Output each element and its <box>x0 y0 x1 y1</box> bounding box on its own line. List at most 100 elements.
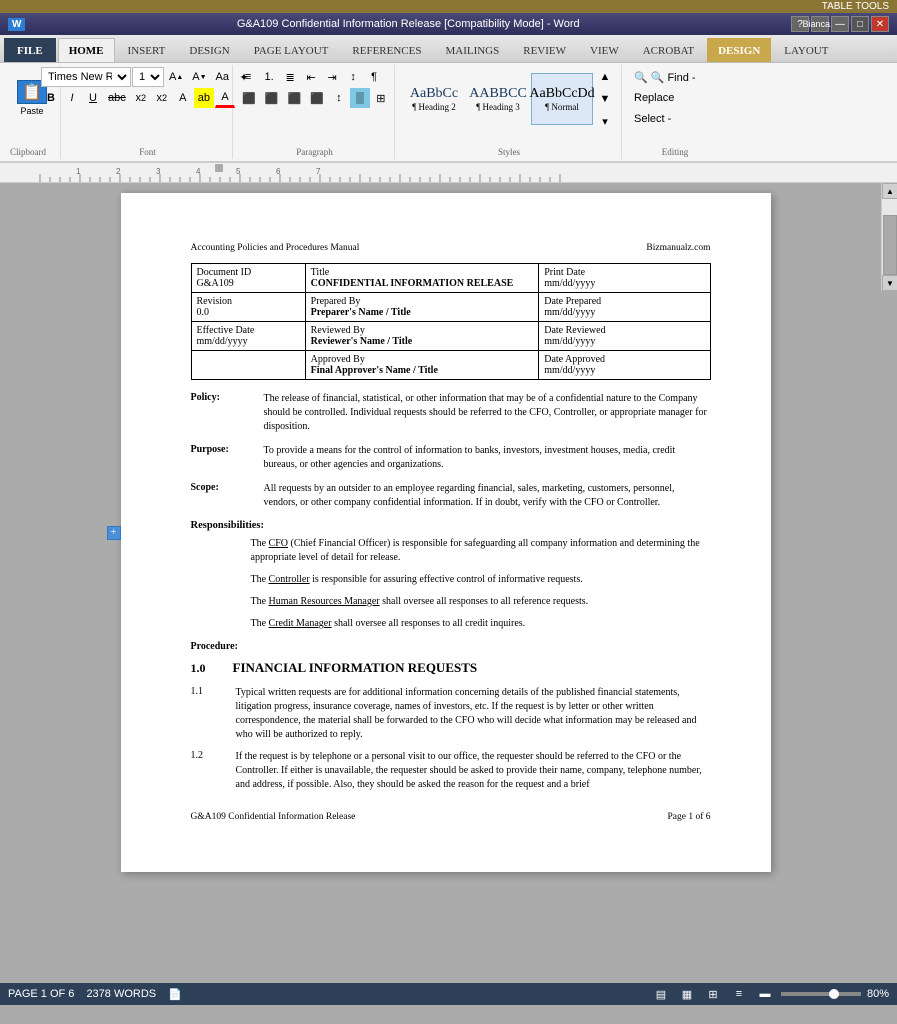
tab-home[interactable]: HOME <box>58 38 115 62</box>
show-formatting-button[interactable]: ¶ <box>364 67 384 87</box>
heading3-label: ¶ Heading 3 <box>476 102 520 112</box>
font-color-button[interactable]: A <box>215 88 235 108</box>
prepared-by-value: Preparer's Name / Title <box>311 307 534 318</box>
scroll-up-button[interactable]: ▲ <box>882 183 897 199</box>
tab-insert[interactable]: INSERT <box>117 38 177 62</box>
view-outline[interactable]: ≡ <box>729 984 749 1004</box>
title-bar-right[interactable]: ? Bianca... — □ ✕ <box>791 16 889 32</box>
date-approved-value: mm/dd/yyyy <box>544 365 704 376</box>
borders-button[interactable]: ⊞ <box>371 88 391 108</box>
tab-references[interactable]: REFERENCES <box>341 38 432 62</box>
procedure-section: Procedure: 1.0 FINANCIAL INFORMATION REQ… <box>191 641 711 792</box>
vertical-scrollbar[interactable]: ▲ ▼ <box>881 183 897 291</box>
sort-button[interactable]: ↕ <box>343 67 363 87</box>
align-left-button[interactable]: ⬛ <box>238 88 260 108</box>
normal-style-item[interactable]: AaBbCcDd ¶ Normal <box>531 73 593 125</box>
responsibilities-header: Responsibilities: <box>191 520 711 531</box>
paragraph-group: ≡ 1. ≣ ⇤ ⇥ ↕ ¶ ⬛ ⬛ ⬛ ⬛ ↕ ▒ ⊞ Paragraph <box>235 65 395 159</box>
table-row: Revision 0.0 Prepared By Preparer's Name… <box>191 293 710 322</box>
font-size-select[interactable]: 12 <box>132 67 164 87</box>
grow-font-button[interactable]: A▲ <box>165 67 187 87</box>
subscript-button[interactable]: x2 <box>131 88 151 108</box>
doc-area: + Accounting Policies and Procedures Man… <box>10 183 881 983</box>
styles-expand[interactable]: ▾ <box>595 111 615 131</box>
increase-indent-button[interactable]: ⇥ <box>322 67 342 87</box>
styles-scroll-down[interactable]: ▼ <box>595 89 615 109</box>
shrink-font-button[interactable]: A▼ <box>188 67 210 87</box>
tab-table-design[interactable]: DESIGN <box>707 38 771 62</box>
decrease-indent-button[interactable]: ⇤ <box>301 67 321 87</box>
shading-button[interactable]: ▒ <box>350 88 370 108</box>
bullets-button[interactable]: ≡ <box>238 67 258 87</box>
add-row-button[interactable]: + <box>107 526 121 540</box>
bold-button[interactable]: B <box>41 88 61 108</box>
tab-mailings[interactable]: MAILINGS <box>434 38 510 62</box>
revision-cell: Revision 0.0 <box>191 293 305 322</box>
scroll-thumb[interactable] <box>883 215 897 275</box>
scroll-down-button[interactable]: ▼ <box>882 275 897 291</box>
document-page[interactable]: + Accounting Policies and Procedures Man… <box>121 193 771 872</box>
maximize-button[interactable]: □ <box>851 16 869 32</box>
view-web-layout[interactable]: ⊞ <box>703 984 723 1004</box>
case-button[interactable]: Aa <box>212 67 233 87</box>
minimize-button[interactable]: — <box>831 16 849 32</box>
table-tools-header: TABLE TOOLS <box>0 0 897 13</box>
sub-1-1-text: Typical written requests are for additio… <box>236 686 711 742</box>
resp-para-1: The CFO (Chief Financial Officer) is res… <box>251 537 711 565</box>
view-print-layout[interactable]: ▤ <box>651 984 671 1004</box>
styles-scroll-up[interactable]: ▲ <box>595 67 615 87</box>
highlight-button[interactable]: ab <box>194 88 214 108</box>
font-family-select[interactable]: Times New Ro... <box>41 67 131 87</box>
numbering-button[interactable]: 1. <box>259 67 279 87</box>
align-center-button[interactable]: ⬛ <box>261 88 283 108</box>
select-button[interactable]: Select - <box>630 109 720 129</box>
tab-acrobat[interactable]: ACROBAT <box>632 38 705 62</box>
view-full-reading[interactable]: ▦ <box>677 984 697 1004</box>
superscript-button[interactable]: x2 <box>152 88 172 108</box>
resp-para-4: The Credit Manager shall oversee all res… <box>251 617 711 631</box>
status-bar: PAGE 1 OF 6 2378 WORDS 📄 ▤ ▦ ⊞ ≡ ▬ 80% <box>0 983 897 1005</box>
table-row: Effective Date mm/dd/yyyy Reviewed By Re… <box>191 322 710 351</box>
subsection-1-1: 1.1 Typical written requests are for add… <box>191 686 711 742</box>
print-date-cell: Print Date mm/dd/yyyy <box>539 264 710 293</box>
justify-button[interactable]: ⬛ <box>306 88 328 108</box>
italic-button[interactable]: I <box>62 88 82 108</box>
revision-value: 0.0 <box>197 307 300 318</box>
heading3-style-item[interactable]: AABBCC ¶ Heading 3 <box>467 73 529 125</box>
find-button[interactable]: 🔍 🔍 Find - <box>630 67 720 87</box>
tab-file[interactable]: FILE <box>4 38 56 62</box>
align-right-button[interactable]: ⬛ <box>284 88 306 108</box>
controller-link: Controller <box>269 574 310 585</box>
word-icon: W <box>8 18 25 31</box>
tab-design[interactable]: DESIGN <box>178 38 240 62</box>
reviewed-by-label: Reviewed By <box>311 325 534 336</box>
tab-page-layout[interactable]: PAGE LAYOUT <box>243 38 340 62</box>
replace-button[interactable]: Replace <box>630 88 720 108</box>
doc-icon: 📄 <box>168 988 182 1001</box>
heading2-label: ¶ Heading 2 <box>412 102 456 112</box>
underline-button[interactable]: U <box>83 88 103 108</box>
table-row: Document ID G&A109 Title CONFIDENTIAL IN… <box>191 264 710 293</box>
heading2-style-item[interactable]: AaBbCc ¶ Heading 2 <box>403 73 465 125</box>
svg-text:7: 7 <box>316 167 321 176</box>
view-draft[interactable]: ▬ <box>755 984 775 1004</box>
tab-layout[interactable]: LAYOUT <box>773 38 839 62</box>
multilevel-button[interactable]: ≣ <box>280 67 300 87</box>
tab-review[interactable]: REVIEW <box>512 38 577 62</box>
zoom-slider[interactable] <box>781 992 861 996</box>
line-spacing-button[interactable]: ↕ <box>329 88 349 108</box>
policy-text: The release of financial, statistical, o… <box>264 392 711 434</box>
ruler: 1 2 3 4 5 6 7 <box>0 163 897 183</box>
footer-left: G&A109 Confidential Information Release <box>191 812 356 822</box>
user-button[interactable]: Bianca... <box>811 16 829 32</box>
ribbon-toolbar: 📋 Paste Clipboard Times New Ro... 12 A▲ … <box>0 63 897 163</box>
prepared-by-cell: Prepared By Preparer's Name / Title <box>305 293 539 322</box>
date-prepared-label: Date Prepared <box>544 296 704 307</box>
strikethrough-button[interactable]: abc <box>104 88 130 108</box>
text-effects-button[interactable]: A <box>173 88 193 108</box>
sub-1-2-num: 1.2 <box>191 750 216 792</box>
styles-group: AaBbCc ¶ Heading 2 AABBCC ¶ Heading 3 Aa… <box>397 65 622 159</box>
tab-view[interactable]: VIEW <box>579 38 630 62</box>
procedure-header: Procedure: <box>191 641 711 652</box>
close-button[interactable]: ✕ <box>871 16 889 32</box>
